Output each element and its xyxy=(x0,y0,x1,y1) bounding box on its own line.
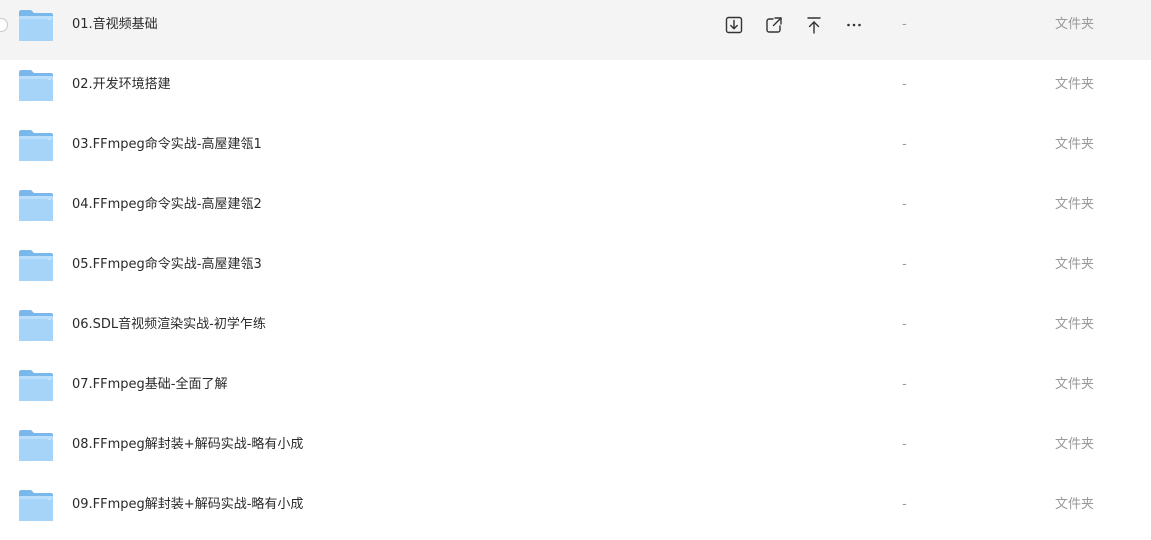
file-type: 文件夹 xyxy=(1055,17,1095,32)
file-row[interactable]: 07.FFmpeg基础-全面了解 - 文件夹 xyxy=(0,360,1151,420)
file-name[interactable]: 02.开发环境搭建 xyxy=(72,60,171,110)
folder-icon xyxy=(18,369,54,402)
file-size: - xyxy=(902,497,907,512)
file-type: 文件夹 xyxy=(1055,377,1095,392)
row-checkbox[interactable] xyxy=(0,18,8,32)
file-name[interactable]: 07.FFmpeg基础-全面了解 xyxy=(72,360,228,410)
file-type: 文件夹 xyxy=(1055,137,1095,152)
file-type: 文件夹 xyxy=(1055,257,1095,272)
file-row[interactable]: 08.FFmpeg解封装+解码实战-略有小成 - 文件夹 xyxy=(0,420,1151,480)
share-icon[interactable] xyxy=(762,13,786,37)
file-type: 文件夹 xyxy=(1055,497,1095,512)
file-type: 文件夹 xyxy=(1055,77,1095,92)
folder-icon xyxy=(18,189,54,222)
file-size: - xyxy=(902,317,907,332)
file-row[interactable]: 01.音视频基础 - 文件夹 xyxy=(0,0,1151,60)
folder-icon xyxy=(18,309,54,342)
folder-icon xyxy=(18,429,54,462)
file-size: - xyxy=(902,377,907,392)
folder-icon xyxy=(18,9,54,42)
folder-icon xyxy=(18,129,54,162)
file-size: - xyxy=(902,137,907,152)
folder-icon xyxy=(18,489,54,522)
file-size: - xyxy=(902,17,907,32)
file-size: - xyxy=(902,437,907,452)
download-icon[interactable] xyxy=(722,13,746,37)
file-name[interactable]: 09.FFmpeg解封装+解码实战-略有小成 xyxy=(72,480,303,530)
file-row[interactable]: 02.开发环境搭建 - 文件夹 xyxy=(0,60,1151,120)
upload-icon[interactable] xyxy=(802,13,826,37)
file-row[interactable]: 06.SDL音视频渲染实战-初学乍练 - 文件夹 xyxy=(0,300,1151,360)
file-name[interactable]: 03.FFmpeg命令实战-高屋建瓴1 xyxy=(72,120,262,170)
file-type: 文件夹 xyxy=(1055,437,1095,452)
file-name[interactable]: 01.音视频基础 xyxy=(72,0,158,50)
file-type: 文件夹 xyxy=(1055,197,1095,212)
file-name[interactable]: 05.FFmpeg命令实战-高屋建瓴3 xyxy=(72,240,262,290)
file-size: - xyxy=(902,197,907,212)
folder-icon xyxy=(18,249,54,282)
file-size: - xyxy=(902,257,907,272)
file-name[interactable]: 06.SDL音视频渲染实战-初学乍练 xyxy=(72,300,266,350)
file-row[interactable]: 09.FFmpeg解封装+解码实战-略有小成 - 文件夹 xyxy=(0,480,1151,540)
file-row[interactable]: 03.FFmpeg命令实战-高屋建瓴1 - 文件夹 xyxy=(0,120,1151,180)
folder-icon xyxy=(18,69,54,102)
file-name[interactable]: 04.FFmpeg命令实战-高屋建瓴2 xyxy=(72,180,262,230)
file-row[interactable]: 04.FFmpeg命令实战-高屋建瓴2 - 文件夹 xyxy=(0,180,1151,240)
file-row[interactable]: 05.FFmpeg命令实战-高屋建瓴3 - 文件夹 xyxy=(0,240,1151,300)
file-name[interactable]: 08.FFmpeg解封装+解码实战-略有小成 xyxy=(72,420,303,470)
file-type: 文件夹 xyxy=(1055,317,1095,332)
more-icon[interactable] xyxy=(842,13,866,37)
file-size: - xyxy=(902,77,907,92)
